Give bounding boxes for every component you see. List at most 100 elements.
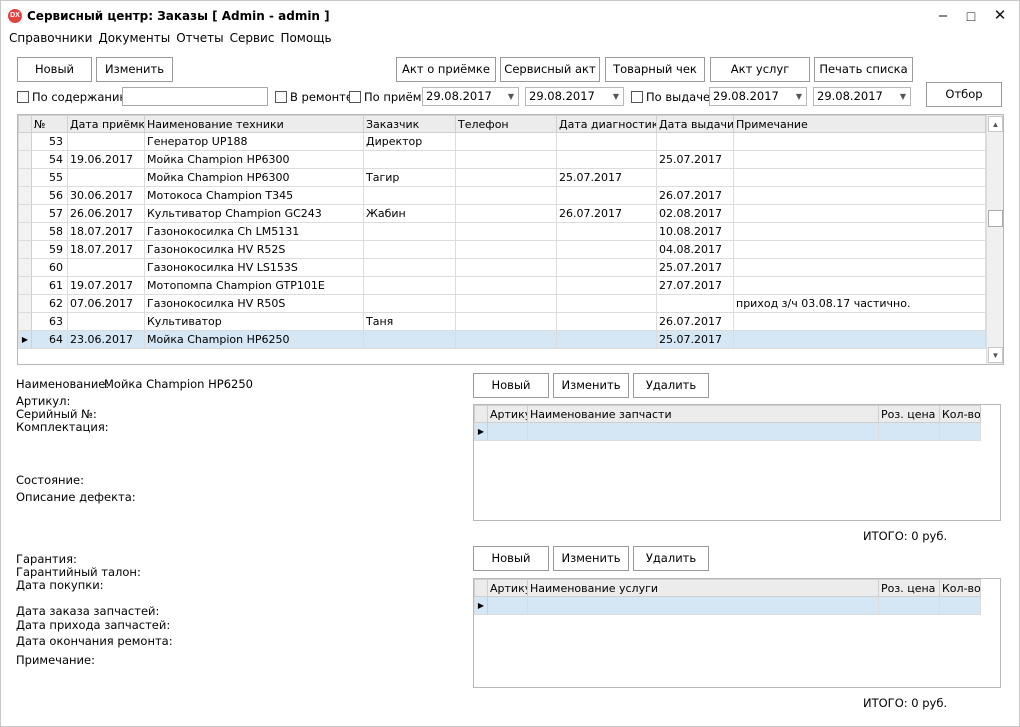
grid-cell[interactable] — [363, 150, 456, 169]
act-receipt-button[interactable]: Акт о приёмке — [396, 57, 496, 82]
grid-cell[interactable] — [363, 186, 456, 205]
grid-cell[interactable] — [733, 168, 986, 187]
edit-part-button[interactable]: Изменить — [553, 373, 629, 398]
grid-cell[interactable] — [67, 312, 145, 331]
grid-cell[interactable]: 10.08.2017 — [656, 222, 734, 241]
grid-cell[interactable]: 18.07.2017 — [67, 222, 145, 241]
grid-cell[interactable] — [939, 422, 981, 441]
grid-cell[interactable] — [939, 596, 981, 615]
grid-cell[interactable] — [656, 294, 734, 313]
grid-cell[interactable] — [455, 168, 557, 187]
grid-cell[interactable] — [556, 222, 657, 241]
grid-cell[interactable]: 25.07.2017 — [656, 258, 734, 277]
grid-cell[interactable] — [487, 596, 528, 615]
grid-cell[interactable] — [363, 222, 456, 241]
grid-cell[interactable] — [67, 168, 145, 187]
services-column-header[interactable]: Роз. цена — [878, 579, 940, 597]
grid-cell[interactable]: Мойка Champion HP6300 — [144, 150, 364, 169]
grid-cell[interactable]: приход з/ч 03.08.17 частично. — [733, 294, 986, 313]
orders-column-header[interactable]: Заказчик — [363, 115, 456, 133]
services-new-row[interactable]: ▶ — [474, 596, 981, 615]
orders-column-header[interactable]: Примечание — [733, 115, 986, 133]
grid-cell[interactable]: 59 — [31, 240, 68, 259]
grid-cell[interactable] — [455, 294, 557, 313]
grid-cell[interactable] — [455, 240, 557, 259]
grid-cell[interactable]: 23.06.2017 — [67, 330, 145, 349]
grid-cell[interactable]: 27.07.2017 — [656, 276, 734, 295]
grid-cell[interactable] — [67, 258, 145, 277]
orders-column-header[interactable]: Дата выдачи — [656, 115, 734, 133]
grid-cell[interactable] — [455, 150, 557, 169]
scroll-down-arrow-icon[interactable]: ▼ — [988, 347, 1003, 363]
parts-column-header[interactable]: Наименование запчасти — [527, 405, 879, 423]
grid-cell[interactable]: 25.07.2017 — [556, 168, 657, 187]
content-search-input[interactable] — [122, 87, 268, 106]
grid-cell[interactable]: Мотопомпа Champion GTP101E — [144, 276, 364, 295]
table-row[interactable]: 53 Генератор UP188 Директор — [18, 132, 986, 151]
parts-grid[interactable]: Артику Наименование запчасти Роз. цена Кол-… — [473, 404, 1001, 521]
services-grid[interactable]: Артику Наименование услуги Роз. цена Кол-во… — [473, 578, 1001, 688]
grid-cell[interactable] — [556, 312, 657, 331]
grid-cell[interactable]: Генератор UP188 — [144, 132, 364, 151]
services-column-header[interactable]: Артику — [487, 579, 528, 597]
grid-cell[interactable] — [363, 330, 456, 349]
grid-cell[interactable] — [455, 204, 557, 223]
grid-cell[interactable]: 25.07.2017 — [656, 150, 734, 169]
grid-cell[interactable] — [455, 132, 557, 151]
grid-cell[interactable] — [733, 186, 986, 205]
orders-column-header[interactable]: № — [31, 115, 68, 133]
by-content-checkbox[interactable] — [17, 91, 29, 103]
menu-item-1[interactable]: Документы — [98, 31, 170, 45]
grid-cell[interactable]: 62 — [31, 294, 68, 313]
grid-cell[interactable] — [67, 132, 145, 151]
grid-cell[interactable] — [556, 150, 657, 169]
grid-cell[interactable]: 19.06.2017 — [67, 150, 145, 169]
grid-cell[interactable] — [527, 596, 879, 615]
grid-cell[interactable]: 30.06.2017 — [67, 186, 145, 205]
grid-cell[interactable]: Таня — [363, 312, 456, 331]
table-row[interactable]: ▶ 64 23.06.2017 Мойка Champion HP6250 25.07.… — [18, 330, 986, 349]
grid-cell[interactable]: Мойка Champion HP6250 — [144, 330, 364, 349]
orders-column-header[interactable]: Телефон — [455, 115, 557, 133]
grid-cell[interactable]: Газонокосилка HV R52S — [144, 240, 364, 259]
sales-receipt-button[interactable]: Товарный чек — [605, 57, 705, 82]
grid-cell[interactable] — [878, 422, 940, 441]
orders-scrollbar[interactable]: ▲ ▼ — [986, 115, 1003, 364]
grid-cell[interactable]: 26.07.2017 — [656, 186, 734, 205]
table-row[interactable]: 57 26.06.2017 Культиватор Champion GC243 Жа… — [18, 204, 986, 223]
dropdown-arrow-icon[interactable]: ▼ — [796, 88, 802, 105]
orders-grid[interactable]: № Дата приёмки Наименование техники Заказчи… — [17, 114, 1004, 365]
grid-cell[interactable]: 55 — [31, 168, 68, 187]
issue-date-from[interactable]: 29.08.2017 ▼ — [709, 87, 807, 106]
menu-item-2[interactable]: Отчеты — [176, 31, 223, 45]
grid-cell[interactable]: 04.08.2017 — [656, 240, 734, 259]
grid-cell[interactable] — [363, 258, 456, 277]
by-receipt-checkbox[interactable] — [349, 91, 361, 103]
services-act-button[interactable]: Акт услуг — [710, 57, 810, 82]
table-row[interactable]: 55 Мойка Champion HP6300 Тагир 25.07.2017 — [18, 168, 986, 187]
grid-cell[interactable]: 57 — [31, 204, 68, 223]
orders-column-header[interactable]: Дата диагностики — [556, 115, 657, 133]
maximize-button[interactable]: □ — [956, 1, 986, 31]
scroll-thumb[interactable] — [988, 210, 1003, 227]
receipt-date-to[interactable]: 29.08.2017 ▼ — [525, 87, 624, 106]
grid-cell[interactable]: 07.06.2017 — [67, 294, 145, 313]
grid-cell[interactable] — [455, 330, 557, 349]
dropdown-arrow-icon[interactable]: ▼ — [613, 88, 619, 105]
parts-column-header[interactable]: Артику — [487, 405, 528, 423]
table-row[interactable]: 56 30.06.2017 Мотокоса Champion T345 26.07.… — [18, 186, 986, 205]
edit-order-button[interactable]: Изменить — [96, 57, 173, 82]
grid-cell[interactable] — [556, 258, 657, 277]
grid-cell[interactable] — [363, 240, 456, 259]
services-column-header[interactable]: Кол-во — [939, 579, 981, 597]
table-row[interactable]: 61 19.07.2017 Мотопомпа Champion GTP101E 27… — [18, 276, 986, 295]
menu-item-0[interactable]: Справочники — [9, 31, 92, 45]
grid-cell[interactable] — [556, 294, 657, 313]
grid-cell[interactable] — [733, 150, 986, 169]
close-button[interactable]: ✕ — [985, 1, 1015, 31]
grid-cell[interactable]: 54 — [31, 150, 68, 169]
orders-column-header[interactable]: Наименование техники — [144, 115, 364, 133]
grid-cell[interactable]: Культиватор — [144, 312, 364, 331]
grid-cell[interactable] — [878, 596, 940, 615]
grid-cell[interactable]: 02.08.2017 — [656, 204, 734, 223]
